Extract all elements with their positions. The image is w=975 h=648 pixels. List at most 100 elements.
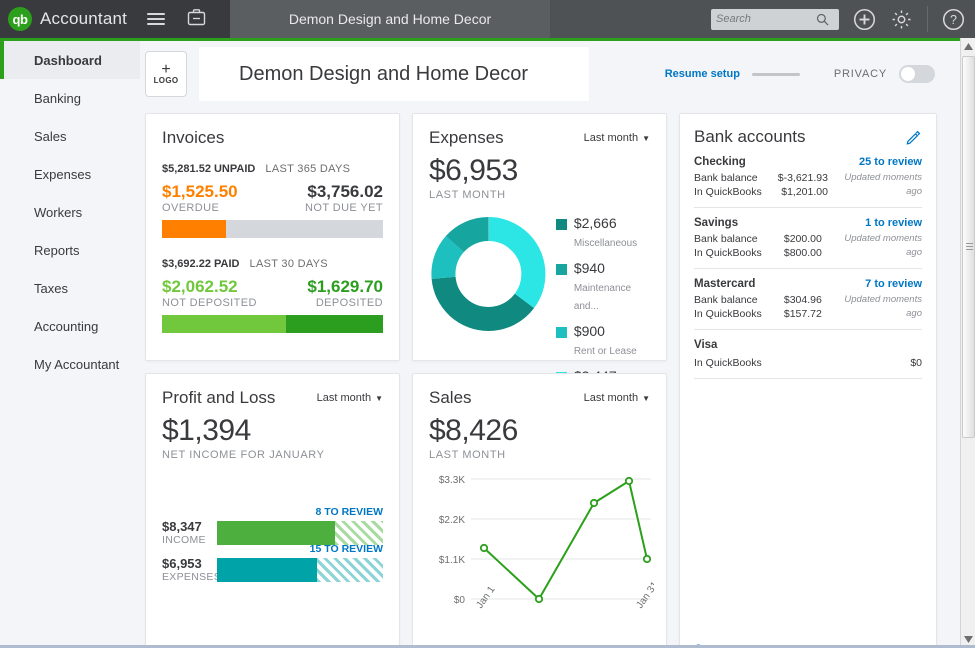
- pnl-income-row[interactable]: $8,347 INCOME 8 TO REVIEW: [162, 506, 383, 546]
- privacy-toggle[interactable]: [899, 65, 935, 83]
- settings-button[interactable]: [890, 8, 913, 31]
- qb-balance-label: In QuickBooks: [694, 247, 762, 259]
- sidebar-item-label: Workers: [34, 204, 83, 220]
- sales-data-point: [534, 594, 544, 604]
- bank-review-link[interactable]: 25 to review: [859, 156, 922, 168]
- sidebar-item-sales[interactable]: Sales: [0, 117, 140, 155]
- search-input[interactable]: [716, 13, 816, 25]
- profit-and-loss-card: Profit and Loss Last month ▼ $1,394 NET I…: [145, 373, 400, 648]
- sidebar-item-label: Dashboard: [34, 52, 102, 68]
- page-title: Demon Design and Home Decor: [239, 62, 529, 85]
- bank-balance-value: $-3,621.93: [777, 172, 828, 184]
- sidebar-item-dashboard[interactable]: Dashboard: [0, 41, 140, 79]
- legend-item[interactable]: $900 Rent or Lease: [555, 323, 650, 359]
- y-tick-label: $3.3K: [439, 475, 465, 486]
- bank-balance-label: Bank balance: [694, 233, 758, 245]
- invoices-notdue-amount[interactable]: $3,756.02: [305, 182, 383, 202]
- invoices-notdue-label: NOT DUE YET: [305, 202, 383, 214]
- pnl-expenses-row[interactable]: $6,953 EXPENSES 15 TO REVIEW: [162, 543, 383, 583]
- sales-line-chart[interactable]: $3.3K $2.2K $1.1K $0 Jan 1 Jan 31: [429, 467, 661, 632]
- add-new-button[interactable]: [853, 8, 876, 31]
- scroll-up-arrow-icon[interactable]: [961, 38, 975, 55]
- expenses-total-label: LAST MONTH: [429, 189, 506, 201]
- bank-account-name: Mastercard: [694, 278, 756, 290]
- bank-updated-text: Updated moments ago: [844, 233, 922, 258]
- invoices-paid-bar[interactable]: [162, 315, 383, 333]
- pnl-expenses-review-link[interactable]: 15 TO REVIEW: [310, 543, 383, 555]
- sidebar-item-banking[interactable]: Banking: [0, 79, 140, 117]
- x-tick-label: Jan 31: [634, 579, 654, 610]
- expenses-donut-chart[interactable]: [429, 209, 548, 339]
- hamburger-icon[interactable]: [147, 13, 166, 25]
- legend-amount: $2,666: [573, 215, 617, 231]
- sidebar-item-label: Expenses: [34, 166, 92, 182]
- pnl-expenses-label: EXPENSES: [162, 571, 222, 583]
- vertical-scrollbar[interactable]: [960, 38, 975, 648]
- quickbooks-logo-icon[interactable]: qb: [8, 7, 32, 31]
- company-header-row: + LOGO Demon Design and Home Decor Resum…: [145, 46, 945, 102]
- header-divider: [927, 6, 928, 32]
- legend-amount: $900: [573, 323, 605, 339]
- header-spacer: [550, 0, 711, 38]
- pnl-period-dropdown[interactable]: Last month ▼: [317, 392, 383, 404]
- scrollbar-thumb[interactable]: [962, 56, 975, 438]
- bank-updated-text: Updated moments ago: [844, 172, 922, 197]
- pencil-icon[interactable]: [905, 129, 922, 146]
- legend-category: Miscellaneous: [573, 238, 638, 249]
- legend-item[interactable]: $940 Maintenance and...: [555, 260, 650, 314]
- bank-account-row[interactable]: Checking 25 to review Bank balance In Qu…: [694, 147, 922, 208]
- legend-item[interactable]: $2,666 Miscellaneous: [555, 215, 650, 251]
- bank-review-link[interactable]: 7 to review: [865, 278, 922, 290]
- briefcase-icon[interactable]: [187, 8, 206, 31]
- sidebar-item-workers[interactable]: Workers: [0, 193, 140, 231]
- sales-data-point: [642, 554, 652, 564]
- legend-category: Maintenance and...: [573, 283, 632, 312]
- resume-setup-link[interactable]: Resume setup: [665, 68, 740, 80]
- qb-balance-value: $1,201.00: [781, 186, 828, 198]
- slice-maintenance: [431, 216, 546, 332]
- legend-swatch-icon: [555, 219, 567, 230]
- bank-accounts-title: Bank accounts: [694, 127, 806, 146]
- sidebar-item-expenses[interactable]: Expenses: [0, 155, 140, 193]
- logo-text: qb: [12, 11, 28, 27]
- bank-review-link[interactable]: 1 to review: [865, 217, 922, 229]
- expenses-period-dropdown[interactable]: Last month ▼: [584, 132, 650, 144]
- header-actions: ?: [711, 6, 975, 32]
- invoices-overdue-amount[interactable]: $1,525.50: [162, 182, 238, 202]
- header-brand-block: qb Accountant: [0, 0, 230, 38]
- pnl-expenses-amount: $6,953: [162, 556, 202, 571]
- qb-balance-label: In QuickBooks: [694, 186, 762, 198]
- legend-swatch-icon: [555, 264, 567, 275]
- help-button[interactable]: ?: [942, 8, 965, 31]
- sales-period-dropdown[interactable]: Last month ▼: [584, 392, 650, 404]
- sidebar-item-taxes[interactable]: Taxes: [0, 269, 140, 307]
- invoices-unpaid-bar[interactable]: [162, 220, 383, 238]
- sidebar-item-my-accountant[interactable]: My Accountant: [0, 345, 140, 383]
- pnl-expenses-hatched: [316, 557, 383, 582]
- sales-title: Sales: [429, 388, 472, 407]
- bank-account-row[interactable]: Visa In QuickBooks $0: [694, 330, 922, 379]
- invoices-deposited-amount[interactable]: $1,629.70: [307, 277, 383, 297]
- bank-account-name: Checking: [694, 156, 746, 168]
- bank-account-row[interactable]: Savings 1 to review Bank balance In Quic…: [694, 208, 922, 269]
- upload-logo-button[interactable]: + LOGO: [145, 51, 187, 97]
- qb-balance-label: In QuickBooks: [694, 357, 762, 369]
- invoices-notdeposited-amount[interactable]: $2,062.52: [162, 277, 257, 297]
- x-tick-label: Jan 1: [474, 584, 497, 611]
- sales-data-point: [479, 543, 489, 553]
- pnl-income-review-link[interactable]: 8 TO REVIEW: [316, 506, 384, 518]
- search-box[interactable]: [711, 8, 839, 30]
- sales-period-label: Last month: [583, 392, 639, 404]
- sales-total: $8,426: [429, 414, 518, 447]
- main-content: + LOGO Demon Design and Home Decor Resum…: [140, 41, 960, 648]
- sidebar-item-reports[interactable]: Reports: [0, 231, 140, 269]
- invoices-overdue-segment: [162, 220, 226, 238]
- sidebar-item-accounting[interactable]: Accounting: [0, 307, 140, 345]
- company-name-field[interactable]: Demon Design and Home Decor: [199, 47, 589, 101]
- sales-data-point: [589, 498, 599, 508]
- invoices-paid-period: LAST 30 DAYS: [249, 258, 328, 270]
- active-company-tab[interactable]: Demon Design and Home Decor: [230, 0, 550, 38]
- y-tick-label: $1.1K: [439, 555, 465, 566]
- search-icon: [816, 13, 829, 25]
- bank-account-row[interactable]: Mastercard 7 to review Bank balance In Q…: [694, 269, 922, 330]
